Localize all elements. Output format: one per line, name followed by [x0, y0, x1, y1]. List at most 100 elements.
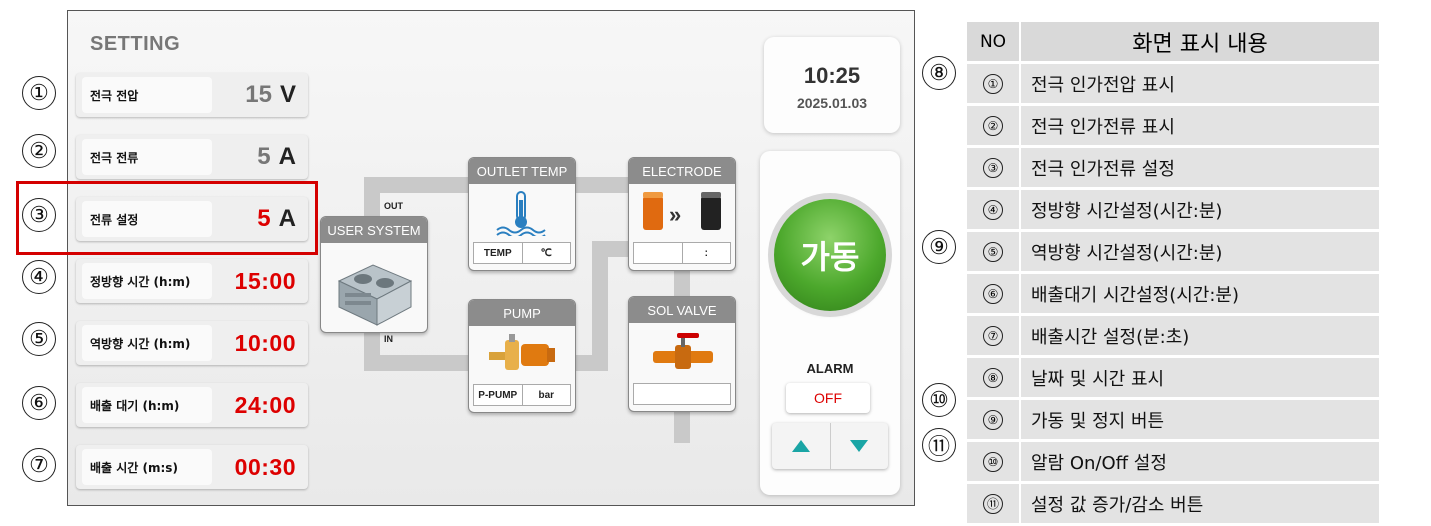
- row-number: ③: [983, 158, 1003, 178]
- callout-5: ⑤: [22, 322, 56, 356]
- table-row: ② 전극 인가전류 표시: [967, 106, 1379, 146]
- voltage-value: 15: [245, 81, 272, 108]
- pump-cells: P-PUMP bar: [473, 384, 571, 406]
- table-row: ⑦ 배출시간 설정(분:초): [967, 316, 1379, 356]
- voltage-label: 전극 전압: [82, 77, 212, 113]
- current-unit: A: [278, 143, 296, 170]
- outlet-temp-cells: TEMP ℃: [473, 242, 571, 264]
- row-number: ⑨: [983, 410, 1003, 430]
- table-row: ⑪ 설정 값 증가/감소 버튼: [967, 484, 1379, 524]
- drain-time-label: 배출 시간 (m:s): [82, 449, 212, 485]
- row-number: ⑦: [983, 326, 1003, 346]
- table-row: ⑥ 배출대기 시간설정(시간:분): [967, 274, 1379, 314]
- user-system-title: USER SYSTEM: [321, 217, 427, 243]
- pipe: [592, 241, 632, 257]
- row-text: 날짜 및 시간 표시: [1019, 358, 1379, 398]
- row-number: ⑪: [983, 493, 1003, 514]
- row-number: ⑥: [983, 284, 1003, 304]
- row-number: ⑤: [983, 242, 1003, 262]
- row-text: 배출대기 시간설정(시간:분): [1019, 274, 1379, 314]
- pump-unit: bar: [538, 389, 555, 401]
- table-row: ⑧ 날짜 및 시간 표시: [967, 358, 1379, 398]
- increase-button[interactable]: [772, 423, 831, 469]
- header-no: NO: [967, 22, 1019, 62]
- thermometer-icon: [496, 191, 546, 236]
- callout-9: ⑨: [922, 230, 956, 264]
- electrode-cell-2: :: [704, 247, 708, 259]
- row-number: ⑧: [983, 368, 1003, 388]
- table-row: ③ 전극 인가전류 설정: [967, 148, 1379, 188]
- forward-time-row[interactable]: 정방향 시간 (h:m) 15:00: [76, 259, 308, 303]
- voltage-row: 전극 전압 15 V: [76, 73, 308, 117]
- pipe: [364, 355, 474, 371]
- row-number: ④: [983, 200, 1003, 220]
- pipe: [592, 241, 608, 371]
- decrease-button[interactable]: [830, 423, 888, 469]
- svg-text:»: »: [669, 202, 681, 227]
- callout-11: ⑪: [922, 428, 956, 462]
- hmi-screen: SETTING 전극 전압 15 V 전극 전류 5A 전류 설정 5A 정방향 …: [67, 10, 915, 506]
- up-arrow-icon: [792, 440, 810, 452]
- row-text: 설정 값 증가/감소 버튼: [1019, 484, 1379, 524]
- drain-wait-label: 배출 대기 (h:m): [82, 387, 212, 423]
- user-system-box: USER SYSTEM: [320, 216, 428, 333]
- forward-time-label: 정방향 시간 (h:m): [82, 263, 212, 299]
- electrode-title: ELECTRODE: [629, 158, 735, 184]
- row-text: 정방향 시간설정(시간:분): [1019, 190, 1379, 230]
- pump-title: PUMP: [469, 300, 575, 326]
- row-text: 가동 및 정지 버튼: [1019, 400, 1379, 440]
- callout-10: ⑩: [922, 383, 956, 417]
- drain-wait-value[interactable]: 24:00: [235, 392, 296, 419]
- chiller-icon: [337, 264, 413, 326]
- sol-valve-value: [634, 384, 730, 404]
- row-number: ⑩: [983, 452, 1003, 472]
- control-card: 가동 ALARM OFF: [760, 151, 900, 495]
- header-content: 화면 표시 내용: [1019, 22, 1379, 62]
- clock-date: 2025.01.03: [796, 95, 868, 111]
- forward-time-value[interactable]: 15:00: [235, 268, 296, 295]
- reverse-time-value[interactable]: 10:00: [235, 330, 296, 357]
- callout-2: ②: [22, 134, 56, 168]
- voltage-unit: V: [279, 81, 296, 108]
- row-text: 배출시간 설정(분:초): [1019, 316, 1379, 356]
- current-row: 전극 전류 5A: [76, 135, 308, 179]
- outlet-temp-box: OUTLET TEMP TEMP ℃: [468, 157, 576, 271]
- row-number: ①: [983, 74, 1003, 94]
- table-row: ① 전극 인가전압 표시: [967, 64, 1379, 104]
- callout-8: ⑧: [922, 56, 956, 90]
- clock-card: 10:25 2025.01.03: [764, 37, 900, 133]
- reverse-time-row[interactable]: 역방향 시간 (h:m) 10:00: [76, 321, 308, 365]
- electrode-box: ELECTRODE » :: [628, 157, 736, 271]
- current-value: 5: [257, 143, 271, 170]
- run-button[interactable]: 가동: [774, 199, 886, 311]
- callout-7: ⑦: [22, 448, 56, 482]
- row-text: 알람 On/Off 설정: [1019, 442, 1379, 482]
- pump-label: P-PUMP: [474, 385, 523, 405]
- row-text: 전극 인가전류 표시: [1019, 106, 1379, 146]
- drain-wait-row[interactable]: 배출 대기 (h:m) 24:00: [76, 383, 308, 427]
- table-row: ⑨ 가동 및 정지 버튼: [967, 400, 1379, 440]
- out-label: OUT: [384, 201, 403, 211]
- callout-6: ⑥: [22, 386, 56, 420]
- description-table: NO 화면 표시 내용 ① 전극 인가전압 표시 ② 전극 인가전류 표시 ③ 전극 …: [967, 20, 1379, 526]
- callout-4: ④: [22, 260, 56, 294]
- drain-time-row[interactable]: 배출 시간 (m:s) 00:30: [76, 445, 308, 489]
- temp-unit: ℃: [540, 247, 552, 259]
- table-row: ④ 정방향 시간설정(시간:분): [967, 190, 1379, 230]
- drain-time-value[interactable]: 00:30: [235, 454, 296, 481]
- page-title: SETTING: [90, 33, 181, 55]
- electrode-cell-1: [634, 243, 683, 263]
- highlight-frame: [16, 181, 318, 255]
- reverse-time-label: 역방향 시간 (h:m): [82, 325, 212, 361]
- pump-box: PUMP P-PUMP bar: [468, 299, 576, 413]
- table-row: ⑤ 역방향 시간설정(시간:분): [967, 232, 1379, 272]
- down-arrow-icon: [850, 440, 868, 452]
- electrode-cells: :: [633, 242, 731, 264]
- in-label: IN: [384, 334, 393, 344]
- alarm-toggle[interactable]: OFF: [786, 383, 870, 413]
- row-text: 전극 인가전류 설정: [1019, 148, 1379, 188]
- clock-time: 10:25: [803, 63, 861, 88]
- row-text: 역방향 시간설정(시간:분): [1019, 232, 1379, 272]
- alarm-label: ALARM: [806, 361, 854, 376]
- pump-icon: [489, 334, 555, 370]
